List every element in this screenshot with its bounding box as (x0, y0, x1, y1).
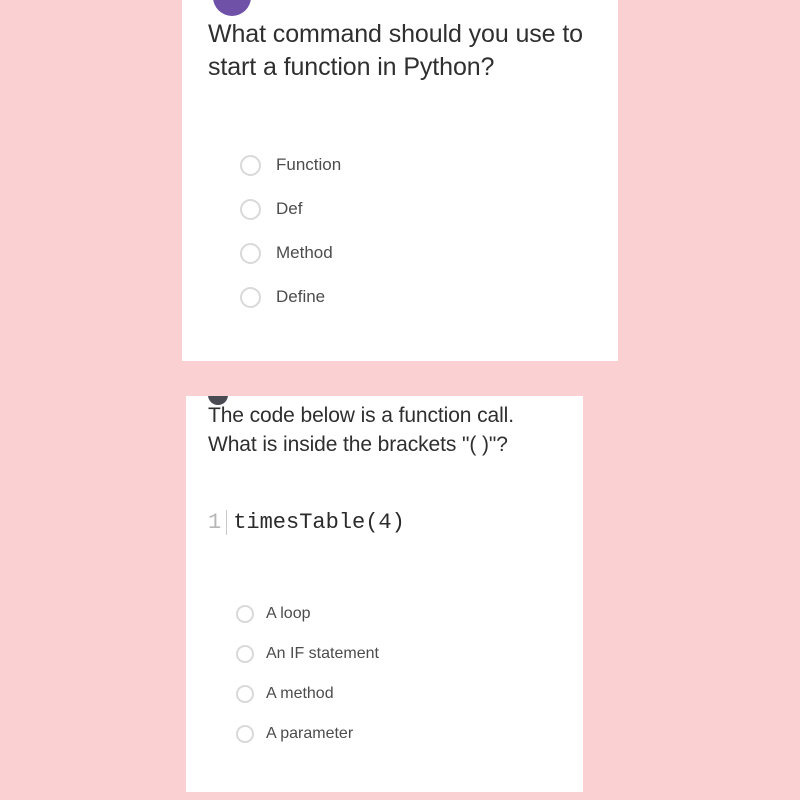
answer-option-method[interactable]: Method (240, 231, 341, 275)
radio-button-icon[interactable] (240, 286, 261, 308)
code-snippet-block: 1 timesTable(4) (208, 510, 558, 535)
user-avatar-circle-icon (213, 0, 251, 16)
answer-option-a-loop[interactable]: A loop (236, 594, 379, 634)
answer-option-label: Method (276, 243, 333, 262)
answer-options-list: Function Def Method Define (240, 143, 341, 319)
answer-option-an-if-statement[interactable]: An IF statement (236, 634, 379, 674)
answer-option-label: A loop (266, 605, 311, 622)
answer-option-def[interactable]: Def (240, 187, 341, 231)
answer-option-a-parameter[interactable]: A parameter (236, 714, 379, 754)
answer-option-a-method[interactable]: A method (236, 674, 379, 714)
answer-option-label: Define (276, 287, 326, 306)
answer-option-function[interactable]: Function (240, 143, 341, 187)
question-card-1: What command should you use to start a f… (182, 0, 618, 361)
radio-button-icon[interactable] (236, 685, 254, 703)
question-card-2: The code below is a function call. What … (186, 396, 583, 792)
answer-options-list: A loop An IF statement A method A parame… (236, 594, 379, 754)
answer-option-label: Function (276, 155, 342, 174)
code-line-number: 1 (208, 510, 228, 535)
radio-button-icon[interactable] (240, 242, 261, 264)
radio-button-icon[interactable] (236, 605, 254, 623)
radio-button-icon[interactable] (236, 725, 254, 743)
answer-option-define[interactable]: Define (240, 275, 341, 319)
code-snippet-text: timesTable(4) (233, 510, 405, 535)
radio-button-icon[interactable] (240, 198, 261, 220)
answer-option-label: A method (266, 685, 334, 702)
answer-option-label: Def (276, 199, 303, 218)
answer-option-label: An IF statement (266, 645, 379, 662)
question-text: The code below is a function call. What … (208, 404, 514, 456)
quiz-page: What command should you use to start a f… (0, 0, 800, 800)
radio-button-icon[interactable] (240, 154, 261, 176)
radio-button-icon[interactable] (236, 645, 254, 663)
answer-option-label: A parameter (266, 725, 354, 742)
question-text: What command should you use to start a f… (208, 20, 583, 81)
